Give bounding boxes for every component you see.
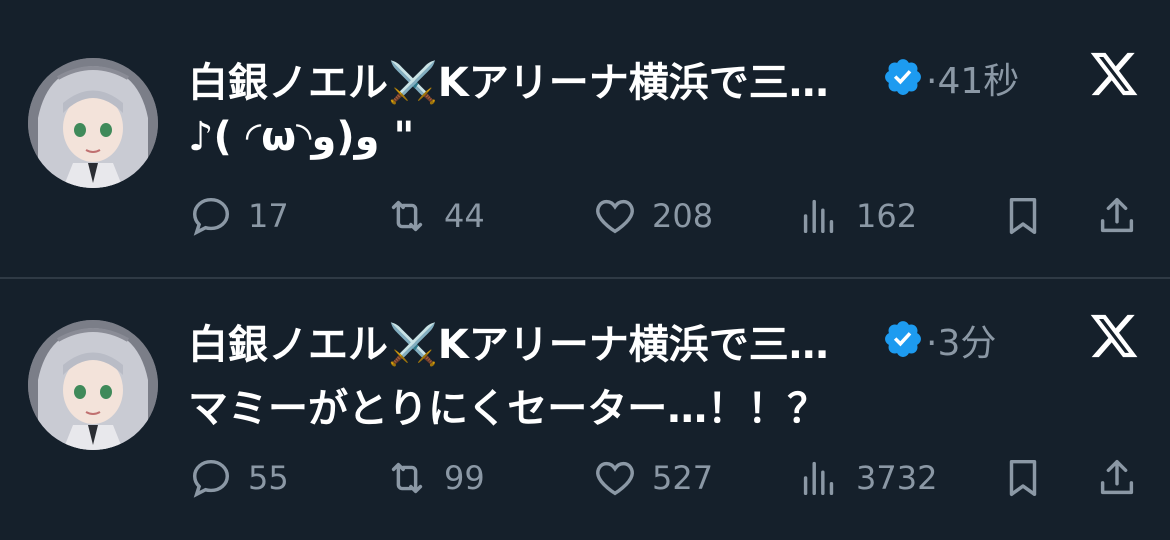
retweet-count: 99 xyxy=(444,459,485,497)
tweet[interactable]: 白銀ノエル⚔️Kアリーナ横浜で三… ·41秒 ♪( ◜ω◝و)و " 17 44… xyxy=(0,18,1170,278)
verified-badge-icon xyxy=(885,59,921,95)
reply-count: 17 xyxy=(248,197,289,235)
avatar[interactable] xyxy=(28,320,158,450)
retweet-count: 44 xyxy=(444,197,485,235)
reply-icon xyxy=(192,197,230,236)
like-count: 208 xyxy=(652,197,714,235)
reply-button[interactable]: 17 xyxy=(188,188,289,244)
bookmark-icon xyxy=(1009,459,1037,497)
view-count: 162 xyxy=(856,197,918,235)
retweet-icon xyxy=(391,462,423,494)
verified-badge-icon xyxy=(885,321,921,357)
tweet-divider xyxy=(0,277,1170,279)
tweet-meta: ·3分 xyxy=(926,314,996,366)
tweet-actions: 55 99 527 3732 xyxy=(188,450,1148,506)
share-button[interactable] xyxy=(1094,450,1140,506)
author-name[interactable]: 白銀ノエル⚔️Kアリーナ横浜で三… xyxy=(188,50,878,108)
tweet[interactable]: 白銀ノエル⚔️Kアリーナ横浜で三… ·3分 マミーがとりにくセーター…！！？ 5… xyxy=(0,280,1170,540)
views-icon xyxy=(803,199,834,234)
separator: · xyxy=(926,323,938,364)
separator: · xyxy=(926,61,938,102)
timeline-feed: 白銀ノエル⚔️Kアリーナ横浜で三… ·41秒 ♪( ◜ω◝و)و " 17 44… xyxy=(0,0,1170,540)
reply-count: 55 xyxy=(248,459,289,497)
share-icon xyxy=(1100,197,1134,233)
like-button[interactable]: 527 xyxy=(592,450,713,506)
bookmark-button[interactable] xyxy=(1000,188,1046,244)
author-name[interactable]: 白銀ノエル⚔️Kアリーナ横浜で三… xyxy=(188,312,878,370)
view-count: 3732 xyxy=(856,459,938,497)
tweet-header: 白銀ノエル⚔️Kアリーナ横浜で三… ·41秒 xyxy=(188,46,1088,106)
bookmark-button[interactable] xyxy=(1000,450,1046,506)
heart-icon xyxy=(596,461,634,496)
views-icon xyxy=(803,461,834,496)
tweet-text: マミーがとりにくセーター…！！？ xyxy=(188,386,828,432)
views-button[interactable]: 3732 xyxy=(796,450,937,506)
reply-button[interactable]: 55 xyxy=(188,450,289,506)
tweet-actions: 17 44 208 162 xyxy=(188,188,1148,244)
retweet-button[interactable]: 99 xyxy=(384,450,485,506)
x-logo-icon[interactable] xyxy=(1088,48,1140,100)
like-button[interactable]: 208 xyxy=(592,188,713,244)
tweet-header: 白銀ノエル⚔️Kアリーナ横浜で三… ·3分 xyxy=(188,308,1088,368)
timestamp[interactable]: 3分 xyxy=(937,323,996,364)
avatar[interactable] xyxy=(28,58,158,188)
views-button[interactable]: 162 xyxy=(796,188,917,244)
tweet-text: ♪( ◜ω◝و)و " xyxy=(188,114,415,160)
tweet-meta: ·41秒 xyxy=(926,52,1019,104)
share-icon xyxy=(1100,459,1134,495)
share-button[interactable] xyxy=(1094,188,1140,244)
x-logo-icon[interactable] xyxy=(1088,310,1140,362)
reply-icon xyxy=(192,459,230,498)
like-count: 527 xyxy=(652,459,714,497)
bookmark-icon xyxy=(1009,197,1037,235)
retweet-icon xyxy=(391,200,423,232)
retweet-button[interactable]: 44 xyxy=(384,188,485,244)
timestamp[interactable]: 41秒 xyxy=(937,61,1019,102)
heart-icon xyxy=(596,199,634,234)
